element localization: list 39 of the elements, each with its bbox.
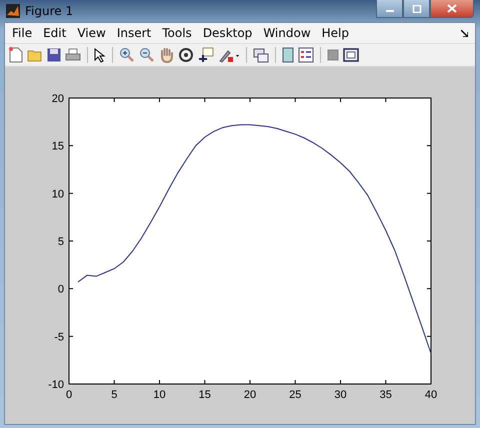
window-title: Figure 1 [25,4,74,18]
y-tick-label: -10 [48,379,64,391]
app-icon [6,4,20,18]
minimize-button[interactable] [376,0,403,18]
menu-item[interactable]: Help [318,26,355,40]
x-tick-label: 30 [334,389,347,401]
x-tick-label: 5 [111,389,118,401]
maximize-button[interactable] [403,0,430,18]
x-tick-label: 15 [198,389,211,401]
menu-item[interactable]: Desktop [200,26,258,40]
show-plot-tools-button[interactable] [342,45,360,65]
y-tick-label: 20 [52,93,64,105]
close-button[interactable] [430,0,474,18]
menu-item[interactable]: Edit [40,26,72,40]
menu-item[interactable]: File [9,26,38,40]
x-tick-label: 10 [153,389,166,401]
maximize-icon [412,4,422,12]
menu-item[interactable]: View [74,26,112,40]
x-tick-label: 40 [424,389,438,401]
data-cursor-button[interactable] [197,45,215,65]
x-tick-label: 25 [289,389,302,401]
y-tick-label: 10 [52,188,64,200]
x-tick-label: 20 [244,389,256,401]
x-tick-label: 0 [66,389,72,401]
pointer-button[interactable] [93,45,107,65]
menu-item[interactable]: Tools [159,26,198,40]
menu-item[interactable]: Insert [114,26,158,40]
dock-arrow-icon[interactable] [461,30,468,36]
y-tick-label: -5 [54,331,64,344]
x-tick-label: 35 [380,389,392,401]
rotate-button[interactable] [177,45,195,65]
new-file-button[interactable] [8,45,24,65]
y-tick-label: 0 [58,284,64,296]
menu-item[interactable]: Window [260,26,317,40]
y-tick-label: 5 [58,236,64,248]
y-tick-label: 15 [52,140,64,153]
colorbar-button[interactable] [281,45,295,65]
close-icon [447,4,457,13]
legend-button[interactable] [297,45,315,65]
